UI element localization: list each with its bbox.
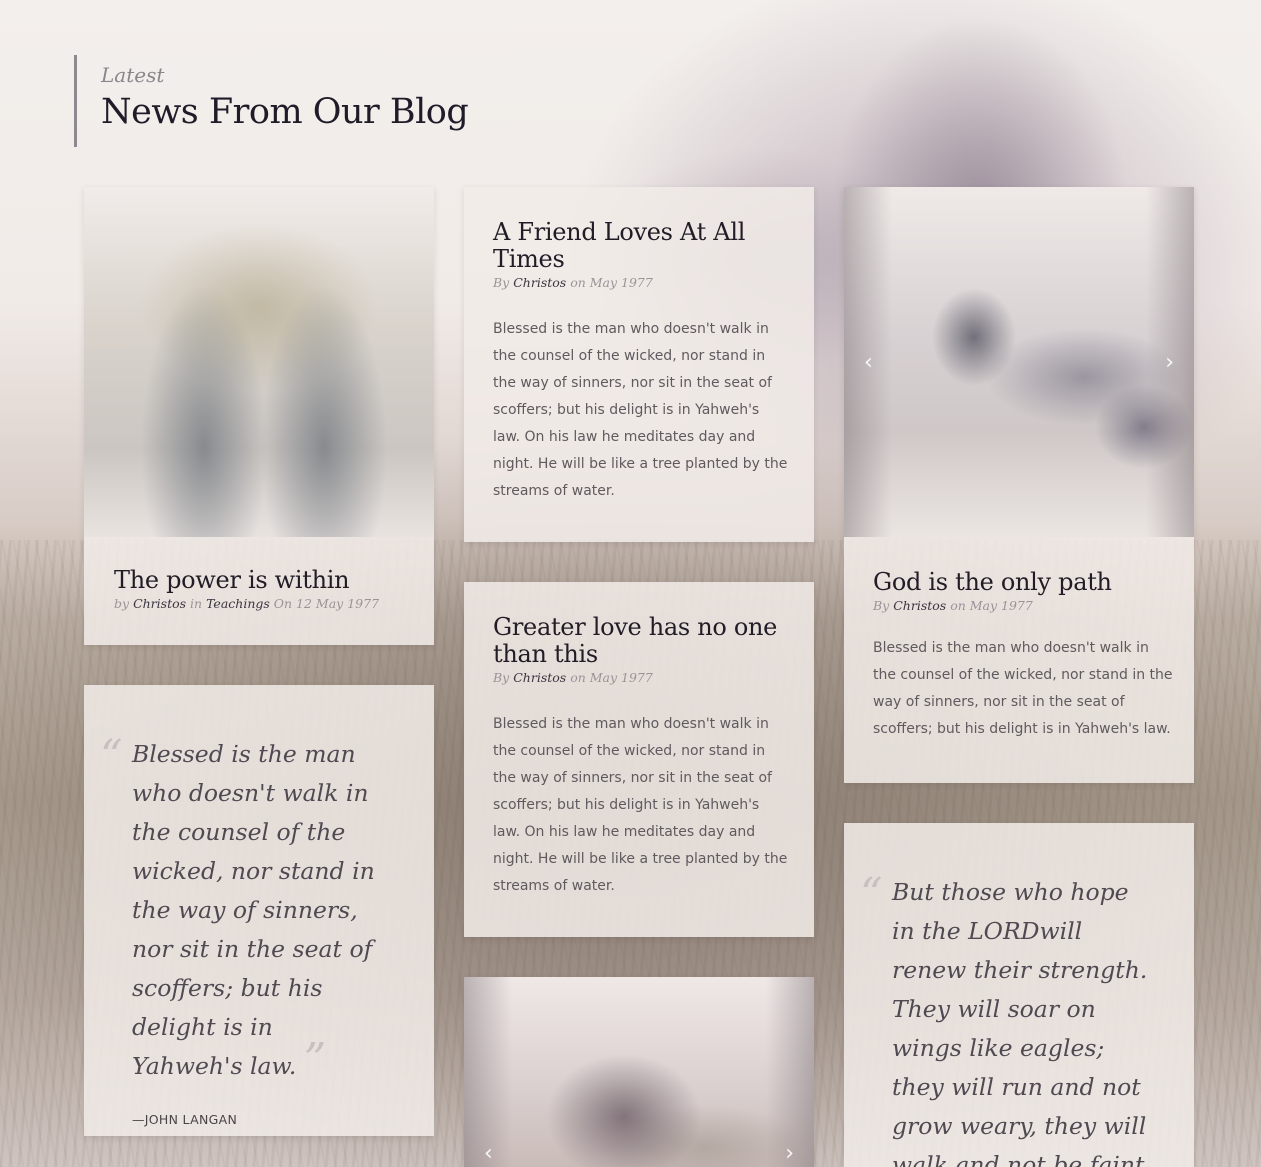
close-quote-icon: ” — [303, 1034, 327, 1085]
post-image-hands[interactable] — [84, 187, 434, 537]
gallery-next-icon[interactable]: › — [785, 1143, 794, 1165]
post-meta: By Christos on May 1977 — [873, 598, 1033, 613]
quote-author: —JOHN LANGAN — [132, 1112, 238, 1127]
post-title[interactable]: A Friend Loves At All Times — [493, 219, 788, 273]
section-title: News From Our Blog — [101, 92, 469, 132]
post-author-link[interactable]: Christos — [513, 275, 566, 290]
post-date: On 12 May 1977 — [273, 596, 380, 611]
post-card-gallery-pray[interactable]: ‹ › — [464, 977, 814, 1167]
quote-text: “Blessed is the man who doesn't walk in … — [100, 731, 375, 1085]
gallery-prev-icon[interactable]: ‹ — [484, 1143, 493, 1165]
post-excerpt: Blessed is the man who doesn't walk in t… — [873, 640, 1173, 737]
post-card-greater[interactable]: Greater love has no one than this By Chr… — [464, 582, 814, 937]
post-title[interactable]: God is the only path — [873, 569, 1173, 596]
post-author-link[interactable]: Christos — [133, 596, 186, 611]
post-card-power[interactable]: The power is within by Christos in Teach… — [84, 187, 434, 645]
quote-card-blessed: “Blessed is the man who doesn't walk in … — [84, 685, 434, 1136]
post-excerpt: Blessed is the man who doesn't walk in t… — [493, 321, 788, 499]
post-category-link[interactable]: Teachings — [206, 596, 270, 611]
gallery-image-praying[interactable] — [464, 977, 814, 1167]
post-date: on May 1977 — [570, 670, 653, 685]
gallery-image-reaching-hand[interactable] — [844, 187, 1194, 537]
post-author-link[interactable]: Christos — [513, 670, 566, 685]
gallery-next-icon[interactable]: › — [1165, 352, 1174, 374]
post-meta: by Christos in Teachings On 12 May 1977 — [114, 596, 380, 611]
quote-text: “But those who hope in the LORDwill rene… — [860, 869, 1152, 1167]
post-date: on May 1977 — [570, 275, 653, 290]
post-excerpt: Blessed is the man who doesn't walk in t… — [493, 716, 788, 894]
section-kicker: Latest — [101, 63, 165, 87]
post-author-link[interactable]: Christos — [893, 598, 946, 613]
gallery-prev-icon[interactable]: ‹ — [864, 352, 873, 374]
post-meta: By Christos on May 1977 — [493, 275, 653, 290]
post-title[interactable]: The power is within — [114, 567, 414, 594]
post-meta: By Christos on May 1977 — [493, 670, 653, 685]
quote-card-hope: “But those who hope in the LORDwill rene… — [844, 823, 1194, 1167]
post-card-friend[interactable]: A Friend Loves At All Times By Christos … — [464, 187, 814, 542]
section-heading: Latest News From Our Blog — [74, 55, 469, 147]
post-date: on May 1977 — [950, 598, 1033, 613]
post-card-god[interactable]: ‹ › God is the only path By Christos on … — [844, 187, 1194, 783]
post-title[interactable]: Greater love has no one than this — [493, 614, 788, 668]
